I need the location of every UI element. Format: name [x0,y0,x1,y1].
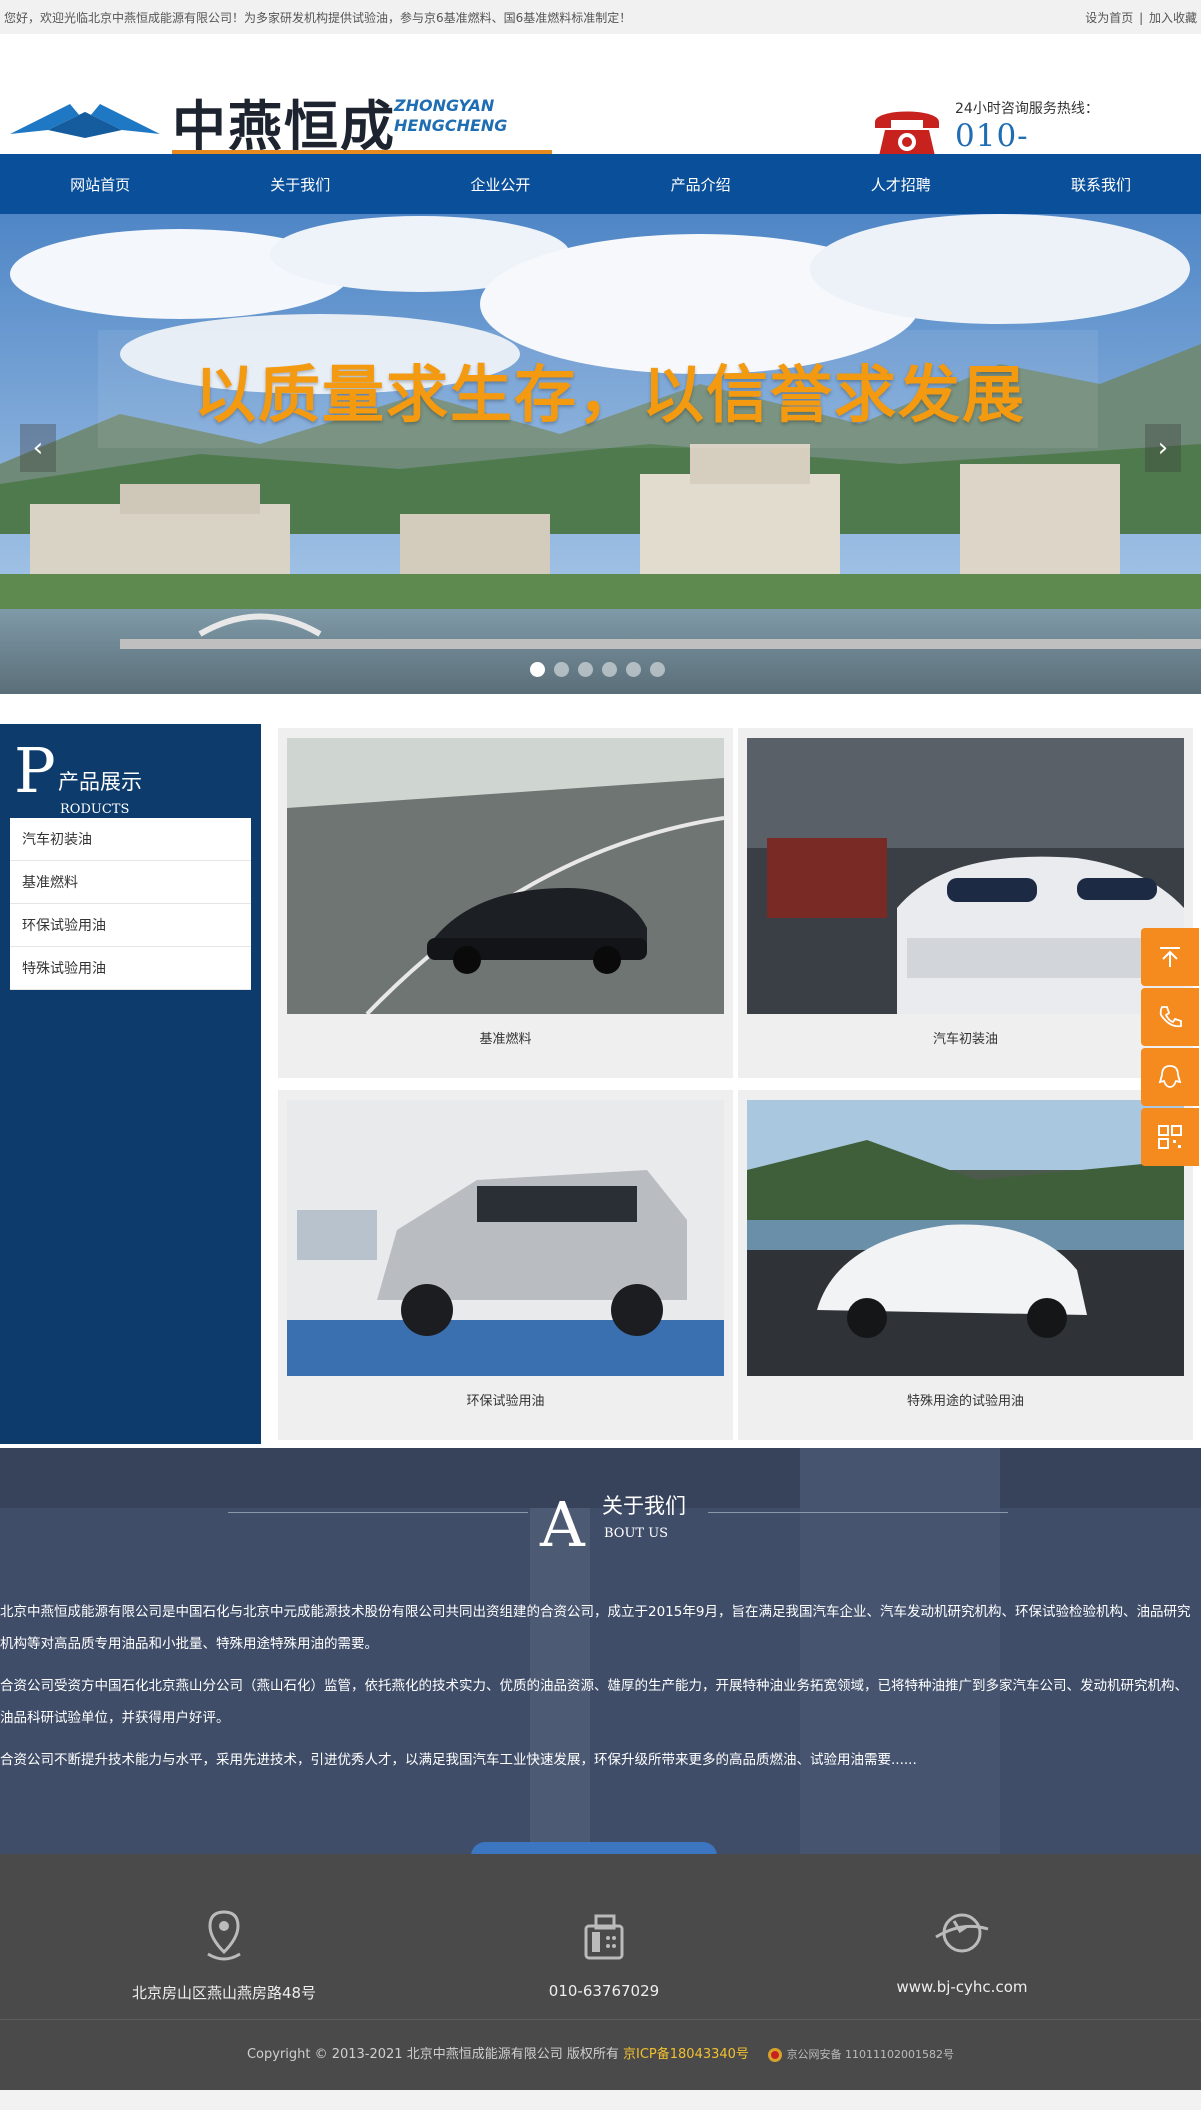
location-pin-icon [207,1910,241,1961]
police-badge-icon [768,2048,783,2062]
qrcode-button[interactable] [1141,1108,1199,1166]
swallow-logo-icon [10,104,160,138]
logo-en-line1: ZHONGYAN [394,96,495,115]
banner-dot[interactable] [650,662,665,677]
product-image [287,1100,724,1376]
hotline-label: 24小时咨询服务热线： [955,101,1099,117]
product-card[interactable]: 汽车初装油 [738,728,1193,1078]
footer-address: 北京房山区燕山燕房路48号 [74,1906,374,2003]
icp-link[interactable]: 京ICP备18043340号 [623,2047,749,2062]
sidebar-heading: P 产品展示 RODUCTS [14,734,254,817]
about-big-letter: A [540,1488,585,1561]
about-paragraph: 合资公司不断提升技术能力与水平，采用先进技术，引进优秀人才，以满足我国汽车工业快… [0,1752,917,1768]
product-name: 特殊用途的试验用油 [906,1394,1024,1409]
category-item[interactable]: 特殊试验用油 [10,947,251,990]
top-bar: 您好，欢迎光临北京中燕恒成能源有限公司！为多家研发机构提供试验油，参与京6基准燃… [0,0,1201,34]
sidebar-title: 产品展示 [58,770,142,794]
banner-dot[interactable] [554,662,569,677]
nav-careers[interactable]: 人才招聘 [801,154,1001,214]
banner-scenery-image [0,214,1201,694]
site-footer: 北京房山区燕山燕房路48号 010-63767029 www.bj-cyhc.c… [0,1854,1201,2110]
banner-dot[interactable] [530,662,545,677]
about-paragraph: 合资公司受资方中国石化北京燕山分公司（燕山石化）监管，依托燕化的技术实力、优质的… [0,1678,1188,1726]
product-image [747,738,1184,1014]
sidebar-big-letter: P [14,734,56,807]
product-name: 汽车初装油 [932,1032,998,1047]
hero-banner[interactable]: 以质量求生存，以信誉求发展 ‹ › [0,214,1201,694]
police-record-text: 京公网安备 11011102001582号 [786,2048,955,2061]
about-paragraph: 北京中燕恒成能源有限公司是中国石化与北京中元成能源技术股份有限公司共同出资组建的… [0,1604,1191,1652]
phone-text: 010-63767029 [548,1982,660,2000]
top-links: 设为首页 | 加入收藏 [1085,9,1197,26]
phone-icon [1159,1006,1182,1028]
nav-disclosure[interactable]: 企业公开 [400,154,600,214]
footer-phone: 010-63767029 [454,1906,754,2000]
qq-button[interactable] [1141,1048,1199,1106]
about-title-en: BOUT US [604,1526,669,1541]
main-nav: 网站首页 关于我们 企业公开 产品介绍 人才招聘 联系我们 [0,154,1201,214]
site-logo[interactable]: 中燕恒成 ZHONGYAN HENGCHENG [10,56,552,166]
back-to-top-button[interactable] [1141,928,1199,986]
logo-en-text: ZHONGYAN HENGCHENG [394,96,507,136]
address-text: 北京房山区燕山燕房路48号 [131,1984,317,2002]
add-favorite-link[interactable]: 加入收藏 [1149,11,1197,25]
banner-prev-arrow[interactable]: ‹ [20,424,56,472]
more-tab[interactable] [471,1842,717,1854]
heading-divider [708,1512,1008,1513]
banner-dot[interactable] [578,662,593,677]
products-section: P 产品展示 RODUCTS 汽车初装油 基准燃料 环保试验用油 特殊试验用油 [0,724,1201,1444]
nav-home[interactable]: 网站首页 [0,154,200,214]
globe-icon [935,1913,989,1953]
product-card[interactable]: 特殊用途的试验用油 [738,1090,1193,1440]
about-body: 北京中燕恒成能源有限公司是中国石化与北京中元成能源技术股份有限公司共同出资组建的… [0,1596,1201,1786]
footer-bottom-strip [0,2090,1201,2110]
product-category-list: 汽车初装油 基准燃料 环保试验用油 特殊试验用油 [10,818,251,990]
police-record[interactable]: 京公网安备 11011102001582号 [767,2048,955,2062]
product-card[interactable]: 基准燃料 [278,728,733,1078]
nav-about[interactable]: 关于我们 [200,154,400,214]
footer-divider [0,2019,1201,2020]
telephone-icon [875,111,939,156]
copyright-text: Copyright © 2013-2021 北京中燕恒成能源有限公司 版权所有 [246,2047,619,2062]
footer-website: www.bj-cyhc.com [812,1902,1112,1996]
copyright-bar: Copyright © 2013-2021 北京中燕恒成能源有限公司 版权所有 … [0,2043,1201,2063]
top-link-separator: | [1139,10,1144,25]
qq-icon [1158,1065,1182,1088]
banner-pagination [530,662,665,677]
product-card[interactable]: 环保试验用油 [278,1090,733,1440]
fax-phone-icon [584,1914,624,1960]
product-sidebar: P 产品展示 RODUCTS 汽车初装油 基准燃料 环保试验用油 特殊试验用油 [0,724,261,1444]
welcome-text: 您好，欢迎光临北京中燕恒成能源有限公司！为多家研发机构提供试验油，参与京6基准燃… [4,10,632,25]
product-image [747,1100,1184,1376]
floating-toolbar [1141,928,1199,1168]
nav-contact[interactable]: 联系我们 [1001,154,1201,214]
nav-products[interactable]: 产品介绍 [601,154,801,214]
about-heading: A 关于我们 BOUT US [0,1488,1201,1561]
about-section: A 关于我们 BOUT US 北京中燕恒成能源有限公司是中国石化与北京中元成能源… [0,1448,1201,1854]
category-item[interactable]: 基准燃料 [10,861,251,904]
phone-button[interactable] [1141,988,1199,1046]
product-image [287,738,724,1014]
website-link[interactable]: www.bj-cyhc.com [897,1978,1028,1996]
product-name: 环保试验用油 [466,1394,545,1409]
qrcode-icon [1158,1125,1182,1149]
category-item[interactable]: 汽车初装油 [10,818,251,861]
banner-dot[interactable] [626,662,641,677]
site-header: 中燕恒成 ZHONGYAN HENGCHENG 24小时咨询服务热线： 010-… [0,34,1201,190]
about-title: 关于我们 [602,1494,686,1518]
arrow-up-icon [1160,947,1180,967]
banner-slogan: 以质量求生存，以信誉求发展 [194,358,1027,431]
category-item[interactable]: 环保试验用油 [10,904,251,947]
set-home-link[interactable]: 设为首页 [1085,11,1133,25]
banner-next-arrow[interactable]: › [1145,424,1181,472]
logo-en-line2: HENGCHENG [394,116,508,135]
product-name: 基准燃料 [479,1032,532,1047]
sidebar-title-en: RODUCTS [60,802,130,817]
banner-dot[interactable] [602,662,617,677]
heading-divider [228,1512,528,1513]
